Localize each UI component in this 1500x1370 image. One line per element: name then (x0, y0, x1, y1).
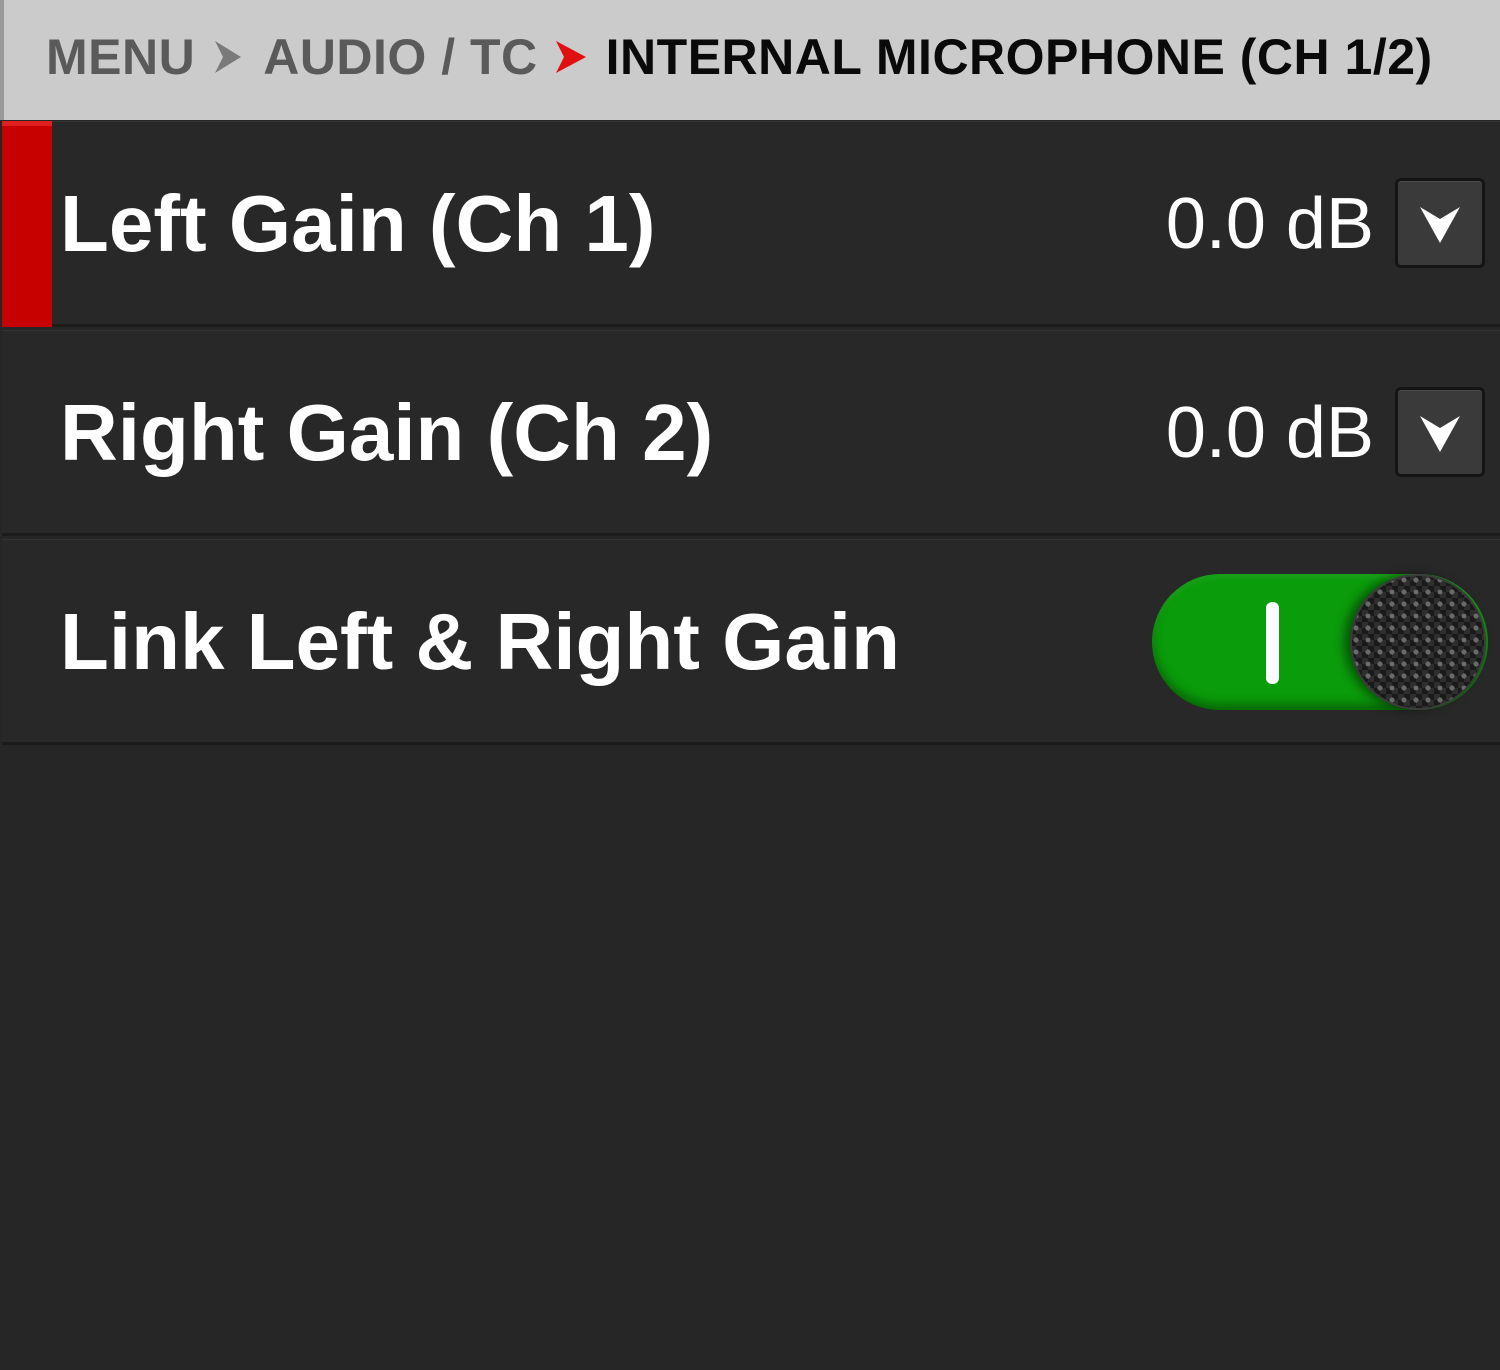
breadcrumb: MENU AUDIO / TC INTERNAL MICROPHONE (CH … (0, 0, 1500, 120)
setting-row-link-gain[interactable]: Link Left & Right Gain (2, 539, 1500, 745)
setting-row-left-gain[interactable]: Left Gain (Ch 1) 0.0 dB (2, 121, 1500, 327)
chevron-down-icon (1420, 207, 1460, 243)
breadcrumb-audio-tc[interactable]: AUDIO / TC (263, 28, 537, 86)
left-gain-dropdown-button[interactable] (1395, 178, 1485, 268)
setting-row-right-gain[interactable]: Right Gain (Ch 2) 0.0 dB (2, 330, 1500, 536)
toggle-knob[interactable] (1350, 574, 1486, 710)
right-gain-dropdown-button[interactable] (1395, 387, 1485, 477)
left-gain-label: Left Gain (Ch 1) (60, 179, 656, 268)
right-gain-label: Right Gain (Ch 2) (60, 388, 714, 477)
menu-screen: MENU AUDIO / TC INTERNAL MICROPHONE (CH … (0, 0, 1500, 1370)
left-gain-value: 0.0 dB (1165, 184, 1374, 264)
selection-indicator (2, 121, 52, 327)
breadcrumb-separator-icon (211, 37, 245, 77)
link-gain-label: Link Left & Right Gain (60, 597, 900, 686)
breadcrumb-menu[interactable]: MENU (46, 28, 195, 86)
toggle-on-indicator-icon (1266, 602, 1279, 684)
breadcrumb-current: INTERNAL MICROPHONE (CH 1/2) (605, 29, 1433, 85)
chevron-down-icon (1420, 416, 1460, 452)
right-gain-value: 0.0 dB (1165, 393, 1374, 473)
link-gain-toggle[interactable] (1152, 574, 1488, 710)
breadcrumb-active-separator-icon (554, 37, 588, 77)
